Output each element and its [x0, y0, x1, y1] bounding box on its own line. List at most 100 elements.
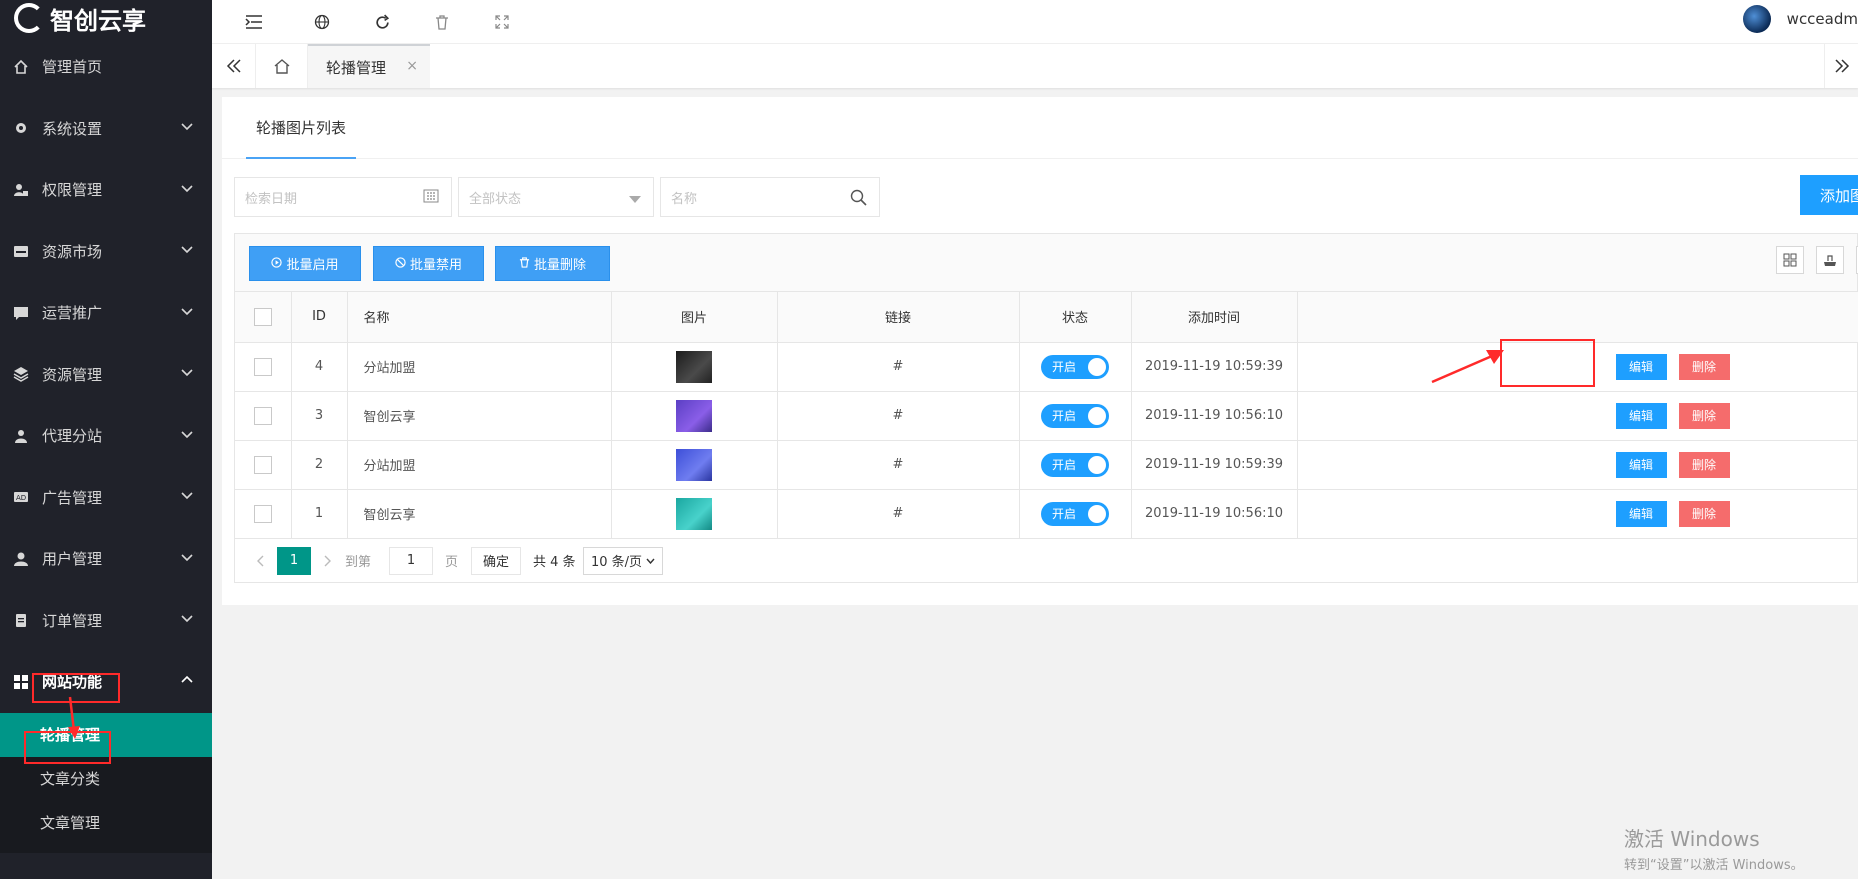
sidebar-item-label: 权限管理: [42, 181, 103, 200]
tab-carousel[interactable]: 轮播管理 ×: [308, 44, 430, 88]
grid-icon: [12, 673, 30, 691]
row-checkbox[interactable]: [253, 455, 272, 474]
chevron-down-icon: [180, 427, 194, 445]
status-toggle[interactable]: 开启: [1041, 354, 1109, 379]
carousel-thumbnail[interactable]: [676, 497, 712, 530]
delete-button[interactable]: 删除: [1678, 402, 1730, 429]
delete-button[interactable]: 删除: [1678, 500, 1730, 527]
tab-label: 轮播管理: [326, 58, 387, 77]
toggle-knob: [1088, 455, 1106, 474]
caret-down-icon: [629, 193, 641, 208]
toggle-knob: [1088, 357, 1106, 376]
card-header: 轮播图片列表: [222, 97, 1858, 159]
cell-link: #: [777, 342, 1020, 392]
name-search-input[interactable]: 名称: [660, 177, 880, 217]
close-icon[interactable]: ×: [406, 58, 418, 74]
card-title-tab[interactable]: 轮播图片列表: [246, 97, 356, 159]
menu-toggle-icon[interactable]: [238, 6, 270, 38]
cell-name: 分站加盟: [347, 440, 612, 490]
column-header-link[interactable]: 链接: [777, 292, 1020, 343]
carousel-table: ID 名称 图片 链接 状态 添加时间 4 分站加盟 # 开启 2019-11-19 1…: [235, 292, 1858, 539]
status-select[interactable]: 全部状态: [458, 177, 654, 217]
table-row: 2 分站加盟 # 开启 2019-11-19 10:59:39 编辑 删除: [235, 440, 1858, 490]
columns-filter-icon[interactable]: [1776, 246, 1804, 274]
sidebar-item-label: 用户管理: [42, 550, 103, 569]
column-header-name[interactable]: 名称: [347, 292, 612, 343]
chat-icon: [12, 304, 30, 322]
main-card: 轮播图片列表 检索日期 全部状态 名称 添加图 批量启用 批量禁用 批量删除 I…: [222, 97, 1858, 605]
svg-text:AD: AD: [16, 494, 26, 502]
total-count: 共 4 条: [533, 555, 576, 570]
edit-button[interactable]: 编辑: [1615, 500, 1667, 527]
column-header-status[interactable]: 状态: [1019, 292, 1132, 343]
status-toggle[interactable]: 开启: [1041, 501, 1109, 526]
carousel-thumbnail[interactable]: [676, 399, 712, 432]
clipboard-icon: [12, 611, 30, 629]
row-checkbox[interactable]: [253, 406, 272, 425]
cell-name: 智创云享: [347, 391, 612, 441]
cell-image: [611, 342, 778, 392]
page-number-current[interactable]: 1: [277, 546, 311, 575]
filter-bar: 检索日期 全部状态 名称: [234, 177, 1858, 217]
sidebar-item-system[interactable]: 系统设置: [0, 98, 212, 160]
carousel-thumbnail[interactable]: [676, 350, 712, 383]
tabs-scroll-left-icon[interactable]: [212, 44, 256, 88]
cell-actions: 编辑 删除: [1297, 489, 1858, 539]
goto-page-input[interactable]: 1: [389, 546, 433, 575]
batch-enable-button[interactable]: 批量启用: [249, 246, 361, 281]
user-menu[interactable]: wcceadm: [1742, 4, 1858, 34]
sidebar-item-home[interactable]: 管理首页: [0, 36, 212, 98]
submenu-item-article[interactable]: 文章管理: [0, 801, 212, 845]
prev-page-icon[interactable]: [249, 547, 271, 575]
sidebar-item-ads[interactable]: AD 广告管理: [0, 467, 212, 529]
trash-icon[interactable]: [426, 6, 458, 38]
status-toggle[interactable]: 开启: [1041, 403, 1109, 428]
sidebar-item-market[interactable]: 资源市场: [0, 221, 212, 283]
table-row: 3 智创云享 # 开启 2019-11-19 10:56:10 编辑 删除: [235, 391, 1858, 441]
edit-button[interactable]: 编辑: [1615, 451, 1667, 478]
edit-button[interactable]: 编辑: [1615, 402, 1667, 429]
table-row: 4 分站加盟 # 开启 2019-11-19 10:59:39 编辑 删除: [235, 342, 1858, 392]
globe-icon[interactable]: [306, 6, 338, 38]
chevron-down-icon: [180, 242, 194, 260]
store-icon: [12, 242, 30, 260]
goto-confirm-button[interactable]: 确定: [471, 546, 521, 575]
sidebar-item-orders[interactable]: 订单管理: [0, 590, 212, 652]
fullscreen-icon[interactable]: [486, 6, 518, 38]
search-icon[interactable]: [850, 189, 867, 210]
sidebar-item-agent[interactable]: 代理分站: [0, 405, 212, 467]
carousel-thumbnail[interactable]: [676, 448, 712, 481]
user-lock-icon: [12, 181, 30, 199]
add-image-button[interactable]: 添加图: [1800, 175, 1858, 215]
refresh-icon[interactable]: [366, 6, 398, 38]
column-header-id[interactable]: ID: [291, 292, 348, 343]
status-toggle[interactable]: 开启: [1041, 452, 1109, 477]
delete-button[interactable]: 删除: [1678, 451, 1730, 478]
tabs-scroll-right-icon[interactable]: [1824, 44, 1858, 88]
row-checkbox[interactable]: [253, 357, 272, 376]
date-search-input[interactable]: 检索日期: [234, 177, 452, 217]
export-icon[interactable]: [1816, 246, 1844, 274]
chevron-down-icon: [180, 550, 194, 568]
edit-button[interactable]: 编辑: [1615, 353, 1667, 380]
sidebar-item-users[interactable]: 用户管理: [0, 528, 212, 590]
sidebar-item-resource[interactable]: 资源管理: [0, 344, 212, 406]
sidebar-item-permission[interactable]: 权限管理: [0, 159, 212, 221]
column-header-time[interactable]: 添加时间: [1131, 292, 1298, 343]
batch-disable-button[interactable]: 批量禁用: [373, 246, 484, 281]
cell-status: 开启: [1019, 391, 1132, 441]
sidebar-item-promotion[interactable]: 运营推广: [0, 282, 212, 344]
chevron-up-icon: [180, 673, 194, 691]
page-size-select[interactable]: 10 条/页: [583, 546, 663, 575]
column-header-image[interactable]: 图片: [611, 292, 778, 343]
delete-button[interactable]: 删除: [1678, 353, 1730, 380]
row-checkbox[interactable]: [253, 504, 272, 523]
logo: 智创云享: [0, 0, 212, 36]
next-page-icon[interactable]: [317, 547, 339, 575]
layers-icon: [12, 365, 30, 383]
play-circle-icon: [271, 256, 283, 271]
calendar-icon: [423, 189, 439, 207]
batch-delete-button[interactable]: 批量删除: [495, 246, 610, 281]
select-all-checkbox[interactable]: [253, 307, 272, 326]
home-tab-icon[interactable]: [256, 44, 308, 88]
